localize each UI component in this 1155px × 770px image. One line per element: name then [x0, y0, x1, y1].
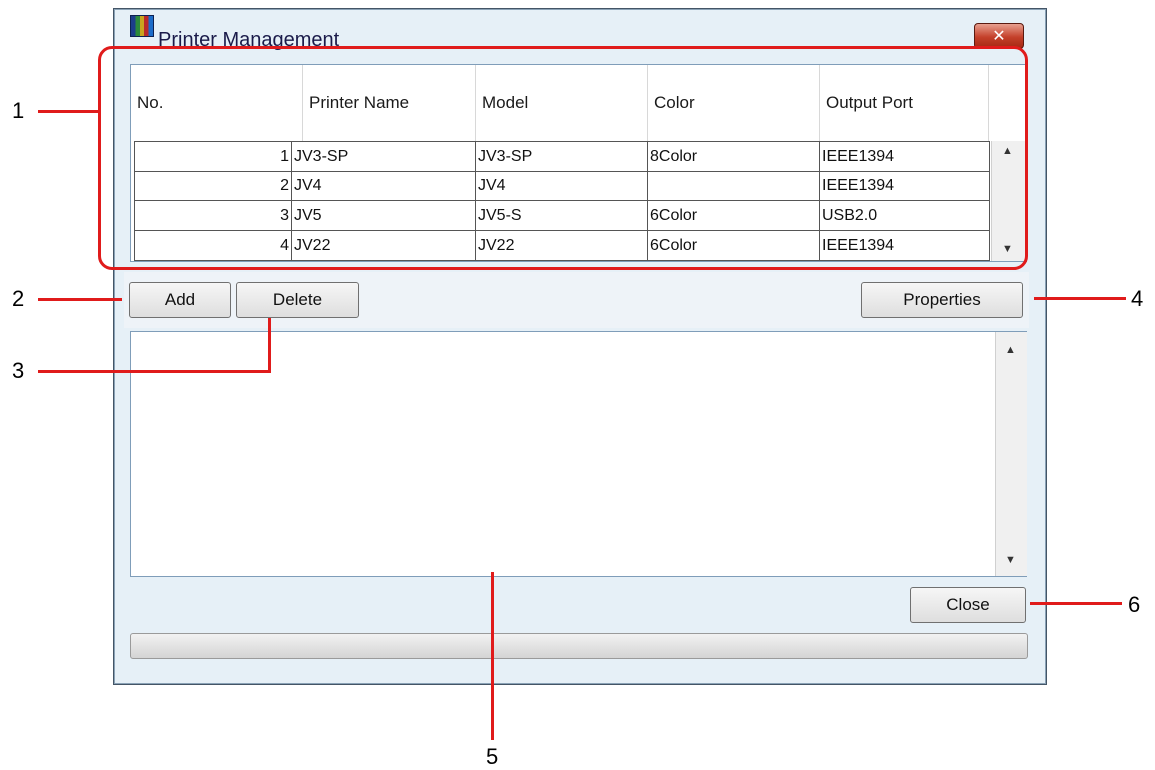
status-bar	[130, 633, 1028, 659]
callout-4: 4	[1131, 286, 1144, 311]
delete-button[interactable]: Delete	[236, 282, 359, 318]
scroll-up-icon[interactable]: ▲	[1005, 344, 1016, 356]
annotation-box-table	[98, 46, 1028, 270]
callout-line-1	[38, 110, 98, 113]
output-box[interactable]: ▲ ▼	[130, 331, 1027, 577]
callout-2: 2	[12, 286, 25, 311]
scroll-down-icon[interactable]: ▼	[1005, 554, 1016, 566]
callout-line-4	[1034, 297, 1126, 300]
callout-3: 3	[12, 358, 25, 383]
callout-line-3	[38, 370, 271, 373]
callout-line-2	[38, 298, 122, 301]
close-icon: ✕	[992, 28, 1006, 45]
callout-6: 6	[1128, 592, 1141, 617]
callout-1: 1	[12, 98, 25, 123]
app-icon	[130, 15, 154, 37]
properties-button[interactable]: Properties	[861, 282, 1023, 318]
callout-line-5	[491, 572, 494, 740]
callout-line-3-vertical	[268, 318, 271, 373]
output-scrollbar[interactable]: ▲ ▼	[995, 332, 1027, 576]
callout-5: 5	[486, 744, 499, 769]
callout-line-6	[1030, 602, 1122, 605]
close-button[interactable]: Close	[910, 587, 1026, 623]
add-button[interactable]: Add	[129, 282, 231, 318]
title-bar[interactable]: Printer Management ✕	[114, 9, 1046, 51]
